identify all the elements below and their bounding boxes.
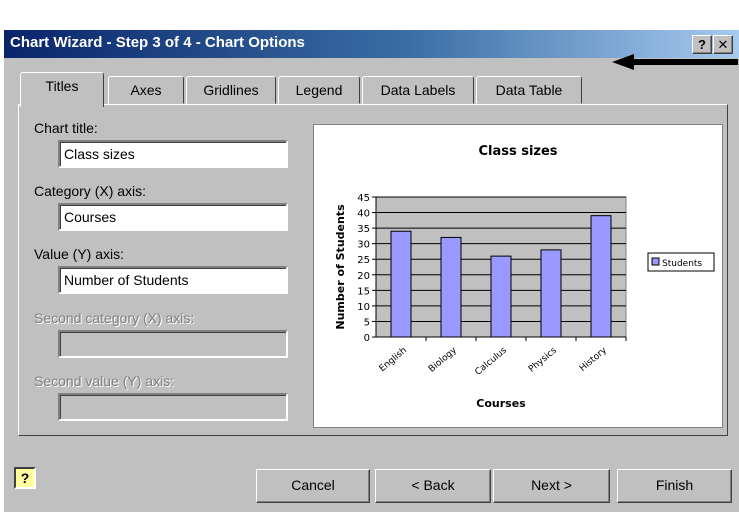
bar — [440, 236, 462, 338]
tab-legend[interactable]: Legend — [278, 76, 360, 104]
second-category-label: Second category (X) axis: — [34, 310, 195, 326]
chart-title-input[interactable]: Class sizes — [58, 140, 288, 168]
tab-gridlines[interactable]: Gridlines — [186, 76, 276, 104]
x-tick-label: Calculus — [473, 345, 509, 377]
y-tick-label: 30 — [357, 240, 370, 251]
y-tick-label: 35 — [357, 224, 370, 235]
category-x-label: Category (X) axis: — [34, 183, 147, 199]
tab-label: Gridlines — [203, 82, 259, 98]
chart-preview: Class sizes 0 5 10 15 20 25 30 35 40 45 English Biol… — [313, 124, 723, 428]
y-tick-label: 10 — [357, 302, 370, 313]
bar — [490, 255, 512, 338]
x-tick-label: Biology — [427, 345, 459, 374]
chart-title: Class sizes — [478, 144, 557, 159]
second-value-label: Second value (Y) axis: — [34, 373, 175, 389]
bar — [590, 215, 612, 338]
tab-data-table[interactable]: Data Table — [476, 76, 582, 104]
x-tick-label: Physics — [527, 345, 559, 374]
second-category-input — [58, 330, 288, 358]
help-icon[interactable]: ? — [14, 467, 36, 489]
value-y-label: Value (Y) axis: — [34, 246, 124, 262]
window-title: Chart Wizard - Step 3 of 4 - Chart Optio… — [10, 34, 305, 51]
cancel-button[interactable]: Cancel — [256, 469, 370, 503]
y-axis-title: Number of Students — [334, 204, 347, 330]
tab-label: Axes — [130, 82, 162, 98]
help-button[interactable]: ? — [692, 35, 712, 54]
y-tick-label: 40 — [357, 209, 370, 220]
chart-title-label: Chart title: — [34, 120, 98, 136]
second-value-input — [58, 393, 288, 421]
tab-label: Titles — [45, 78, 79, 94]
close-button[interactable]: ✕ — [713, 35, 733, 54]
bar — [390, 230, 412, 338]
y-tick-label: 15 — [357, 286, 370, 297]
legend-swatch — [651, 257, 660, 266]
tab-axes[interactable]: Axes — [108, 76, 184, 104]
annotation-arrow-icon — [612, 54, 738, 70]
finish-button[interactable]: Finish — [617, 469, 732, 503]
x-tick-label: History — [578, 345, 609, 374]
legend-label: Students — [662, 259, 702, 269]
y-tick-label: 45 — [357, 193, 370, 204]
value-y-input[interactable]: Number of Students — [58, 266, 288, 294]
back-button[interactable]: < Back — [375, 469, 491, 503]
tab-label: Data Table — [495, 82, 563, 98]
x-axis-title: Courses — [476, 397, 526, 410]
tab-data-labels[interactable]: Data Labels — [362, 76, 474, 104]
y-tick-label: 5 — [364, 317, 370, 328]
category-x-input[interactable]: Courses — [58, 203, 288, 231]
y-tick-label: 20 — [357, 271, 370, 282]
bar — [540, 249, 562, 338]
tab-titles[interactable]: Titles — [20, 72, 104, 107]
y-tick-label: 25 — [357, 255, 370, 266]
y-tick-label: 0 — [364, 333, 370, 344]
chart-svg: Class sizes 0 5 10 15 20 25 30 35 40 45 English Biol… — [334, 144, 715, 410]
tab-label: Legend — [295, 82, 343, 98]
x-tick-label: English — [378, 346, 409, 375]
next-button[interactable]: Next > — [493, 469, 610, 503]
tab-label: Data Labels — [380, 82, 456, 98]
